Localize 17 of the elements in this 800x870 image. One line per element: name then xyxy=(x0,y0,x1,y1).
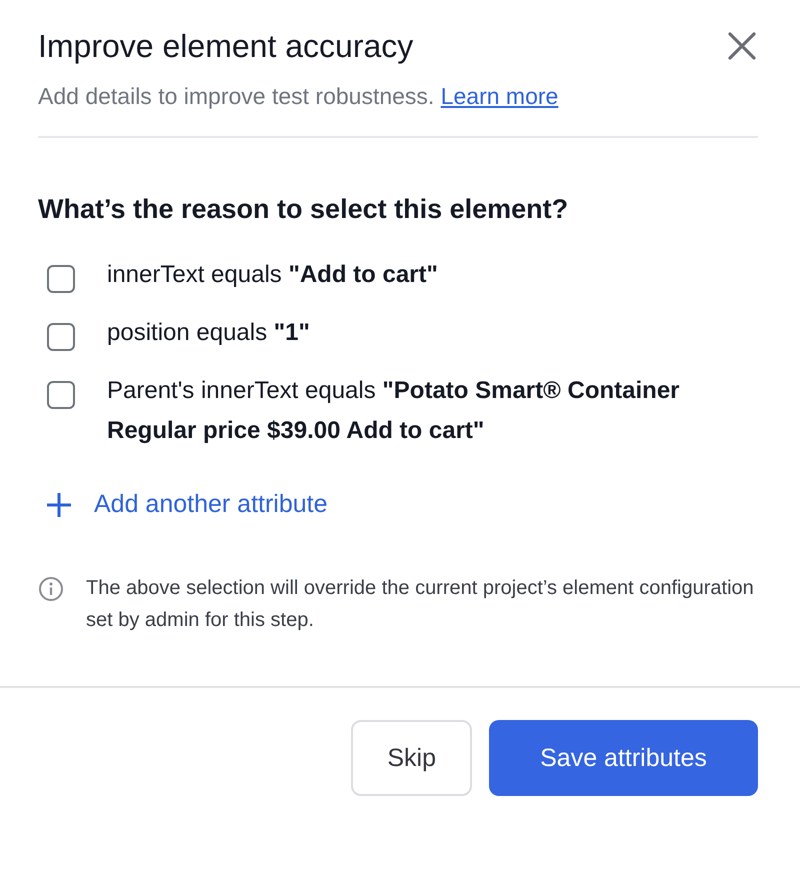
override-note: The above selection will override the current project’s element configuration set by admin for this step. xyxy=(86,576,755,633)
option-label: position equals "1" xyxy=(107,318,310,348)
dialog-subtitle: Add details to improve test robustness. xyxy=(38,83,434,109)
option-label: Parent's innerText equals "Potato Smart® Container Regular price $39.00 Add to cart" xyxy=(107,376,680,446)
plus-icon xyxy=(46,492,72,518)
dialog-title: Improve element accuracy xyxy=(38,28,414,65)
option-label: innerText equals "Add to cart" xyxy=(107,260,438,290)
skip-button[interactable]: Skip xyxy=(351,720,472,796)
learn-more-link[interactable]: Learn more xyxy=(440,83,558,109)
checkbox[interactable] xyxy=(47,381,75,409)
add-attribute-button[interactable]: Add another attribute xyxy=(38,489,334,520)
question-heading: What’s the reason to select this element? xyxy=(38,194,570,225)
info-icon xyxy=(38,576,64,602)
save-attributes-button[interactable]: Save attributes xyxy=(489,720,758,796)
checkbox[interactable] xyxy=(47,265,75,293)
checkbox[interactable] xyxy=(47,323,75,351)
close-icon[interactable] xyxy=(726,30,758,62)
